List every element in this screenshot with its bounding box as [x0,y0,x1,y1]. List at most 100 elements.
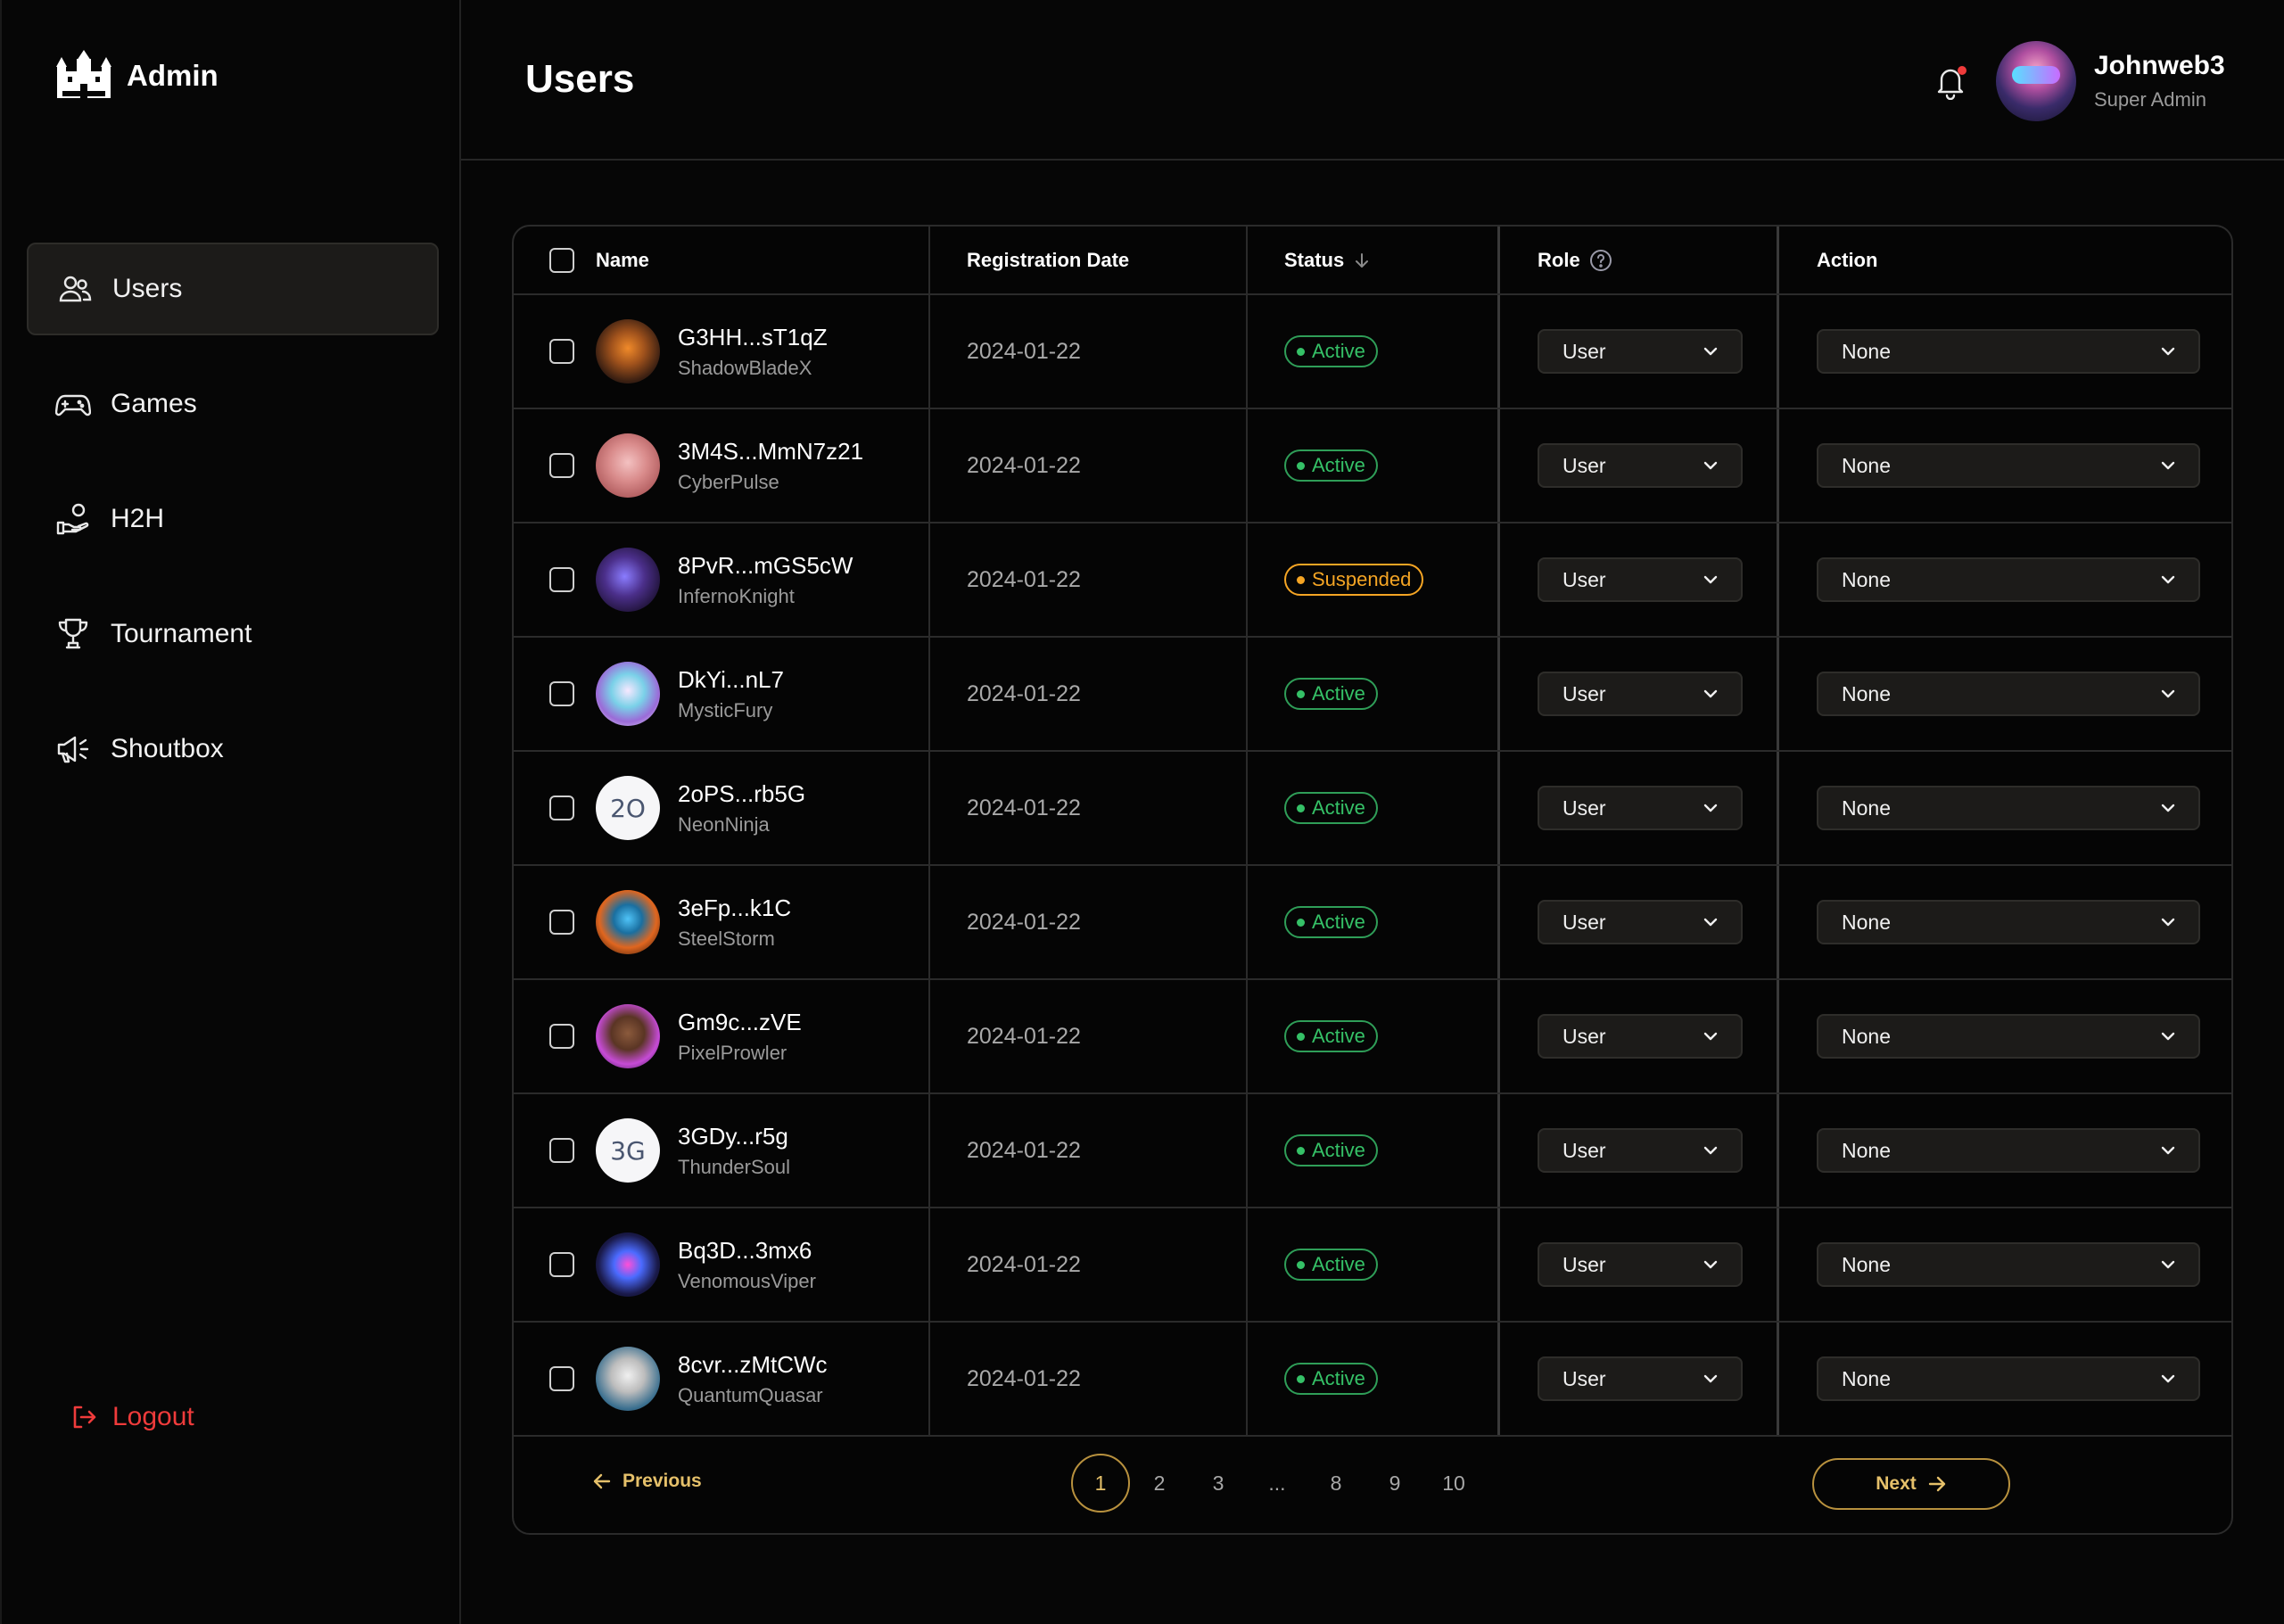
next-page-button[interactable]: Next [1812,1458,2010,1510]
chevron-down-icon [2161,347,2175,356]
registration-date: 2024-01-22 [967,338,1081,364]
user-cell: Gm9c...zVE PixelProwler [596,980,802,1092]
action-select[interactable]: None [1817,1128,2200,1173]
row-checkbox[interactable] [549,1024,574,1049]
sidebar-item-games[interactable]: Games [27,358,439,450]
registration-date: 2024-01-22 [967,1137,1081,1163]
chevron-down-icon [1703,461,1718,470]
wallet-address: 3GDy...r5g [678,1122,788,1150]
sidebar-item-tournament[interactable]: Tournament [27,588,439,680]
column-header-registration-date[interactable]: Registration Date [967,227,1129,293]
action-select[interactable]: None [1817,329,2200,374]
next-label: Next [1876,1473,1917,1494]
action-select[interactable]: None [1817,1356,2200,1401]
chevron-down-icon [1703,1374,1718,1383]
action-select[interactable]: None [1817,1014,2200,1059]
status-label: Active [1312,1253,1365,1275]
page-button[interactable]: 3 [1189,1454,1248,1513]
chevron-down-icon [2161,1374,2175,1383]
chevron-down-icon [1703,1146,1718,1155]
row-checkbox[interactable] [549,1252,574,1277]
sidebar-item-shoutbox[interactable]: Shoutbox [27,703,439,796]
row-checkbox[interactable] [549,567,574,592]
role-select[interactable]: User [1538,1128,1743,1173]
table-row: Gm9c...zVE PixelProwler 2024-01-22 Activ… [514,980,2231,1094]
avatar [596,548,660,612]
chevron-down-icon [2161,1260,2175,1269]
status-dot [1297,1260,1305,1269]
row-checkbox[interactable] [549,453,574,478]
role-value: User [1563,1138,1606,1162]
row-checkbox[interactable] [549,1138,574,1163]
chevron-down-icon [2161,1032,2175,1041]
role-select[interactable]: User [1538,329,1743,374]
status-badge: Active [1284,1363,1378,1395]
action-select[interactable]: None [1817,1242,2200,1287]
previous-page-button[interactable]: Previous [592,1471,702,1492]
avatar: 2O [596,776,660,840]
page-button[interactable]: 9 [1365,1454,1424,1513]
logout-label: Logout [112,1402,194,1431]
column-header-status-label: Status [1284,248,1345,271]
status-dot [1297,1032,1305,1041]
row-checkbox[interactable] [549,339,574,364]
action-select[interactable]: None [1817,786,2200,830]
app-title: Admin [127,59,219,92]
sidebar-item-label: H2H [111,504,165,533]
registration-date: 2024-01-22 [967,1251,1081,1277]
chevron-down-icon [2161,804,2175,812]
page-header: Users Johnweb3 Super Admin [461,0,2284,161]
sidebar-item-label: Shoutbox [111,734,224,763]
page-button[interactable]: 10 [1424,1454,1483,1513]
help-circle-icon[interactable] [1589,249,1612,272]
role-select[interactable]: User [1538,1014,1743,1059]
role-select[interactable]: User [1538,786,1743,830]
sidebar-item-label: Tournament [111,619,252,648]
status-label: Active [1312,911,1365,933]
column-header-status[interactable]: Status [1284,227,1371,293]
status-label: Active [1312,340,1365,362]
logout-button[interactable]: Logout [71,1402,194,1432]
chevron-down-icon [2161,689,2175,698]
page-button[interactable]: 1 [1071,1454,1130,1513]
role-select[interactable]: User [1538,672,1743,716]
sidebar-item-label: Games [111,389,197,418]
sidebar-item-users[interactable]: Users [27,243,439,335]
row-checkbox[interactable] [549,681,574,706]
username: CyberPulse [678,470,779,493]
action-select[interactable]: None [1817,672,2200,716]
sidebar-item-h2h[interactable]: H2H [27,473,439,565]
status-label: Active [1312,1139,1365,1161]
previous-label: Previous [623,1471,702,1491]
role-value: User [1563,1024,1606,1048]
role-select[interactable]: User [1538,1356,1743,1401]
page-button[interactable]: 2 [1130,1454,1189,1513]
notifications-button[interactable] [1933,62,1968,101]
row-checkbox[interactable] [549,796,574,820]
arrow-down-icon [1356,252,1369,268]
page-button[interactable]: 8 [1307,1454,1365,1513]
action-select[interactable]: None [1817,900,2200,944]
row-checkbox[interactable] [549,910,574,935]
chevron-down-icon [1703,804,1718,812]
user-cell: 2O 2oPS...rb5G NeonNinja [596,752,805,864]
column-header-role[interactable]: Role [1538,227,1612,293]
select-all-checkbox[interactable] [549,247,574,273]
notification-dot [1958,66,1967,75]
action-select[interactable]: None [1817,557,2200,602]
user-profile[interactable]: Johnweb3 Super Admin [1996,41,2225,121]
column-header-action[interactable]: Action [1817,227,1877,293]
role-select[interactable]: User [1538,557,1743,602]
role-select[interactable]: User [1538,443,1743,488]
gamepad-icon [55,394,91,416]
username: MysticFury [678,698,773,721]
sidebar-item-label: Users [112,274,183,303]
role-select[interactable]: User [1538,1242,1743,1287]
brand[interactable]: Admin [55,50,219,102]
role-select[interactable]: User [1538,900,1743,944]
column-header-name[interactable]: Name [596,227,649,293]
pagination: Previous 1 2 3 ... 8 9 10 Next [514,1437,2231,1533]
row-checkbox[interactable] [549,1366,574,1391]
username: QuantumQuasar [678,1383,823,1406]
action-select[interactable]: None [1817,443,2200,488]
